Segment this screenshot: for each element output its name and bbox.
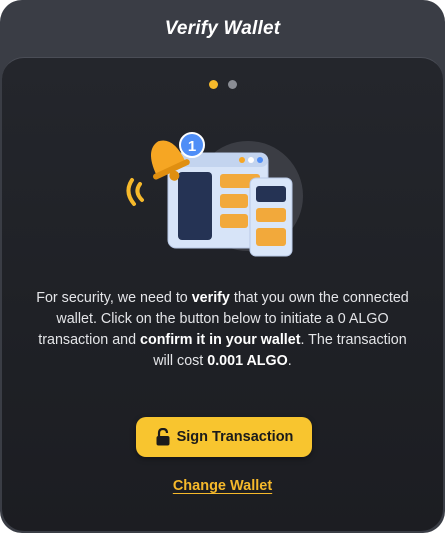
message-emphasis-verify: verify — [191, 290, 230, 306]
sign-transaction-label: Sign Transaction — [176, 429, 294, 445]
sign-transaction-button[interactable]: Sign Transaction — [136, 417, 312, 457]
step-indicator — [2, 80, 443, 90]
step-dot-1[interactable] — [208, 80, 218, 89]
sound-wave-icon — [126, 178, 136, 206]
message-emphasis-confirm: confirm it in your wallet — [140, 332, 301, 348]
verify-wallet-modal: Verify Wallet 1 For security, we need to… — [0, 0, 445, 533]
message-text-4: . — [287, 353, 292, 369]
wallet-notification-icon: 1 — [120, 118, 310, 263]
message-emphasis-cost: 0.001 ALGO — [207, 353, 288, 369]
modal-body: 1 For security, we need to verify that y… — [2, 57, 443, 531]
badge-count: 1 — [188, 138, 196, 155]
step-dot-2[interactable] — [227, 80, 237, 89]
modal-header: Verify Wallet — [0, 0, 445, 58]
verification-message: For security, we need to verify that you… — [32, 288, 413, 372]
lock-icon — [155, 428, 171, 446]
message-text-1: For security, we need to — [36, 290, 192, 306]
change-wallet-link[interactable]: Change Wallet — [2, 478, 443, 494]
modal-title: Verify Wallet — [164, 18, 281, 39]
